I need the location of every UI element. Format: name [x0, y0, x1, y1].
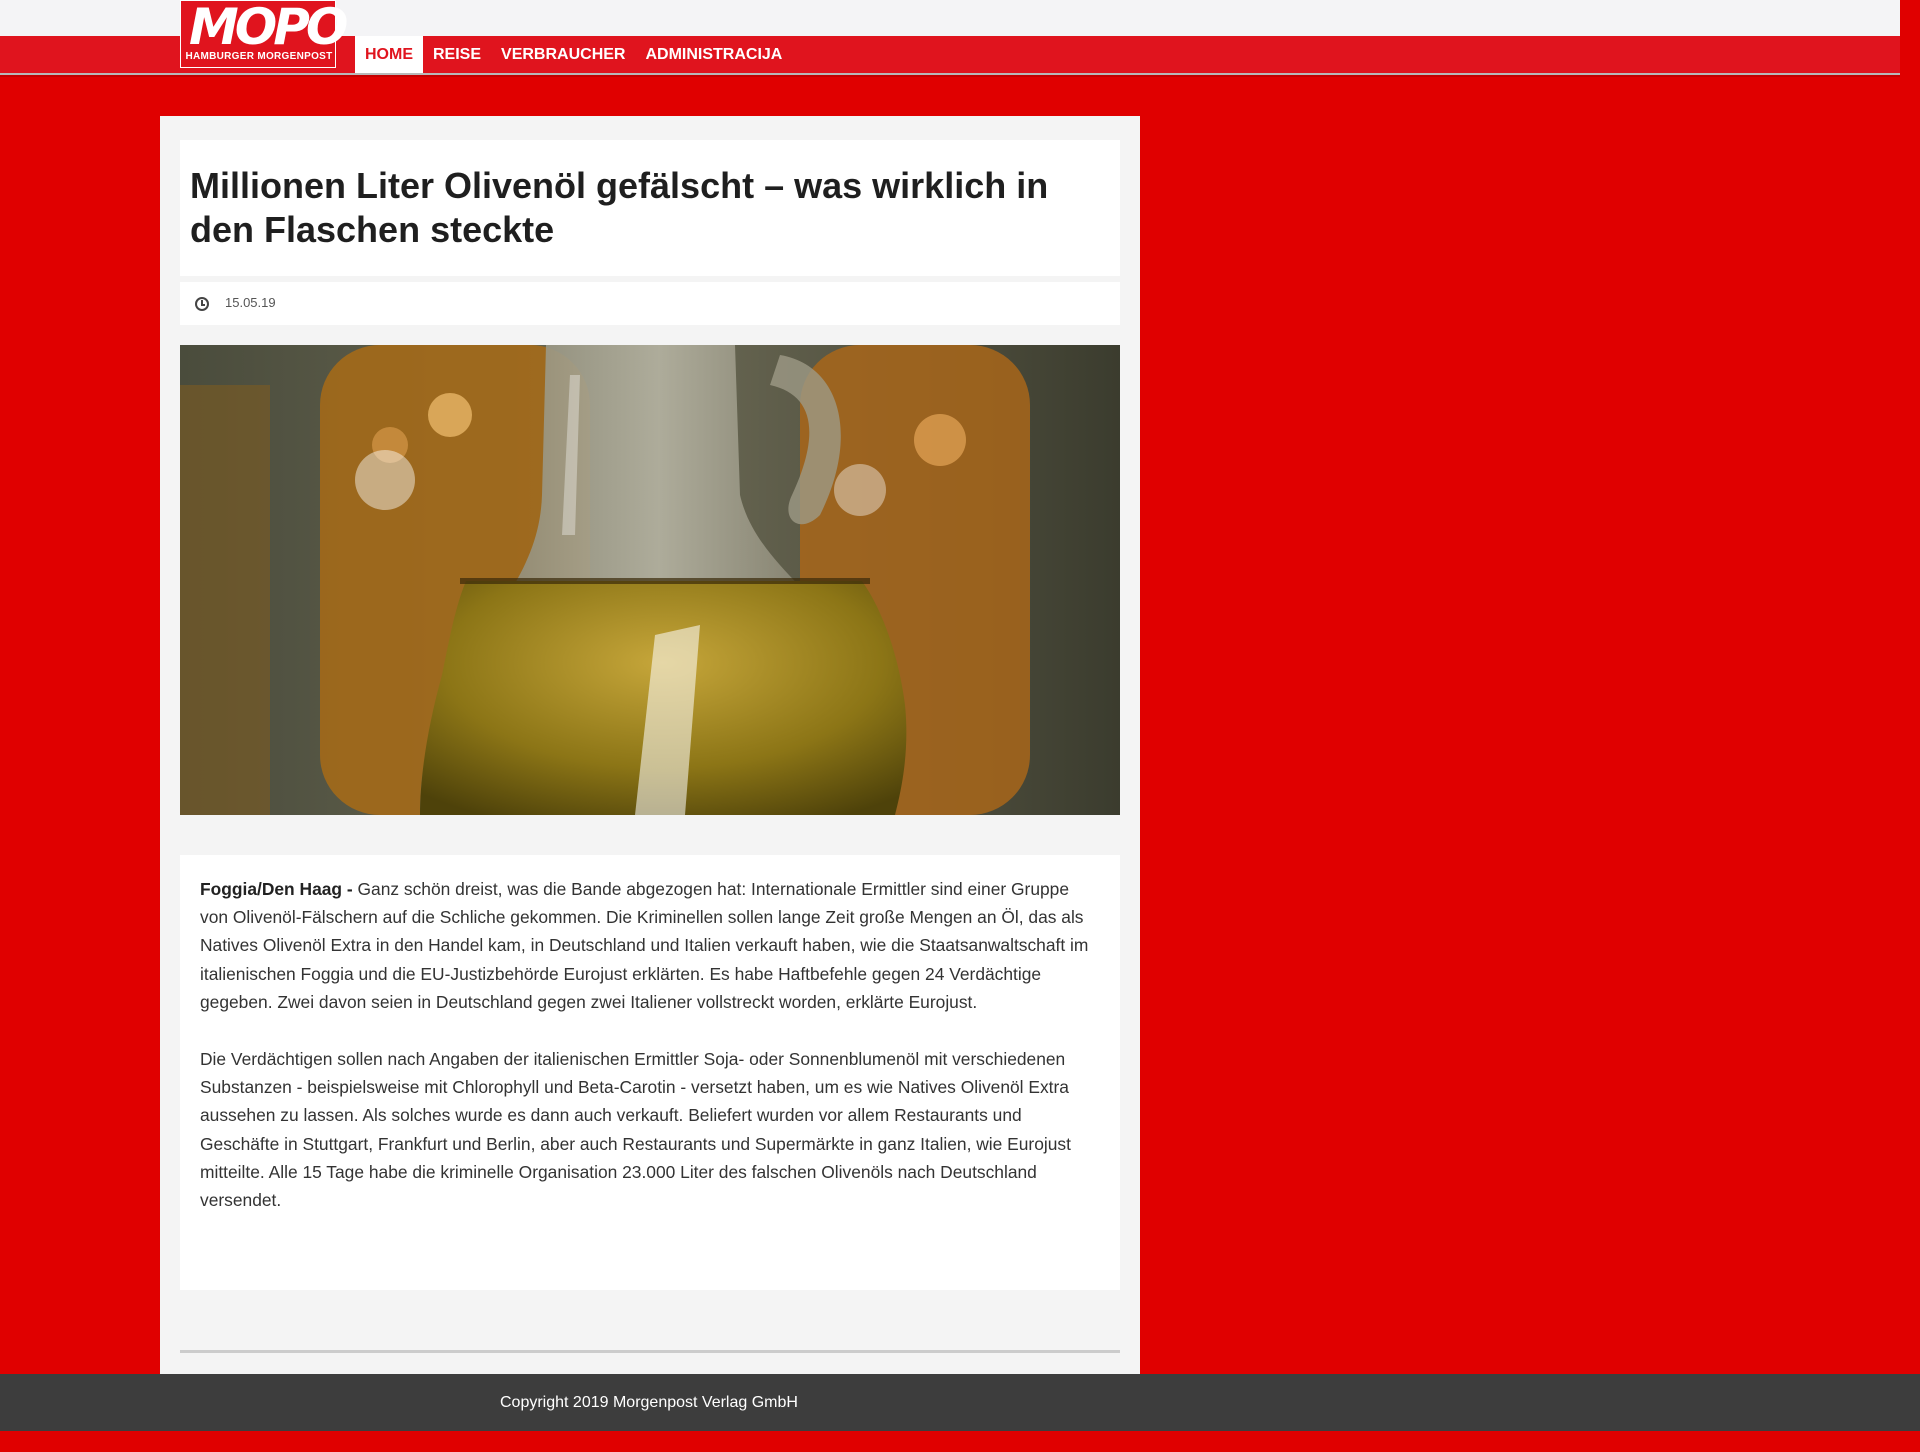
main-nav: HOME REISE VERBRAUCHER ADMINISTRACIJA	[355, 36, 792, 73]
dateline: Foggia/Den Haag -	[200, 879, 353, 899]
article-meta: 15.05.19	[180, 282, 1120, 325]
site-logo[interactable]: MOPO HAMBURGER MORGENPOST	[180, 0, 348, 68]
olive-oil-bottle-image	[180, 345, 1120, 815]
paragraph-1: Foggia/Den Haag - Ganz schön dreist, was…	[200, 875, 1095, 1016]
logo-wordmark: MOPO	[189, 0, 348, 56]
article-date: 15.05.19	[225, 295, 276, 310]
nav-item-reise[interactable]: REISE	[423, 36, 491, 73]
logo-subtitle: HAMBURGER MORGENPOST	[185, 51, 333, 62]
site-footer: Copyright 2019 Morgenpost Verlag GmbH	[0, 1374, 1920, 1431]
article-text: Foggia/Den Haag - Ganz schön dreist, was…	[200, 875, 1095, 1243]
nav-item-home[interactable]: HOME	[355, 36, 423, 73]
article-card: Millionen Liter Olivenöl gefälscht – was…	[160, 116, 1140, 1374]
article-image	[180, 345, 1120, 815]
article-title: Millionen Liter Olivenöl gefälscht – was…	[190, 165, 1049, 250]
article-divider	[180, 1350, 1120, 1353]
nav-divider	[0, 75, 1900, 77]
clock-icon	[195, 297, 209, 311]
article-body: Foggia/Den Haag - Ganz schön dreist, was…	[180, 855, 1120, 1290]
copyright-text: Copyright 2019 Morgenpost Verlag GmbH	[500, 1394, 798, 1411]
nav-item-verbraucher[interactable]: VERBRAUCHER	[491, 36, 635, 73]
title-box: Millionen Liter Olivenöl gefälscht – was…	[180, 140, 1120, 276]
paragraph-2: Die Verdächtigen sollen nach Angaben der…	[200, 1049, 1071, 1211]
nav-item-administracija[interactable]: ADMINISTRACIJA	[635, 36, 792, 73]
bottom-strip	[0, 1431, 1920, 1452]
